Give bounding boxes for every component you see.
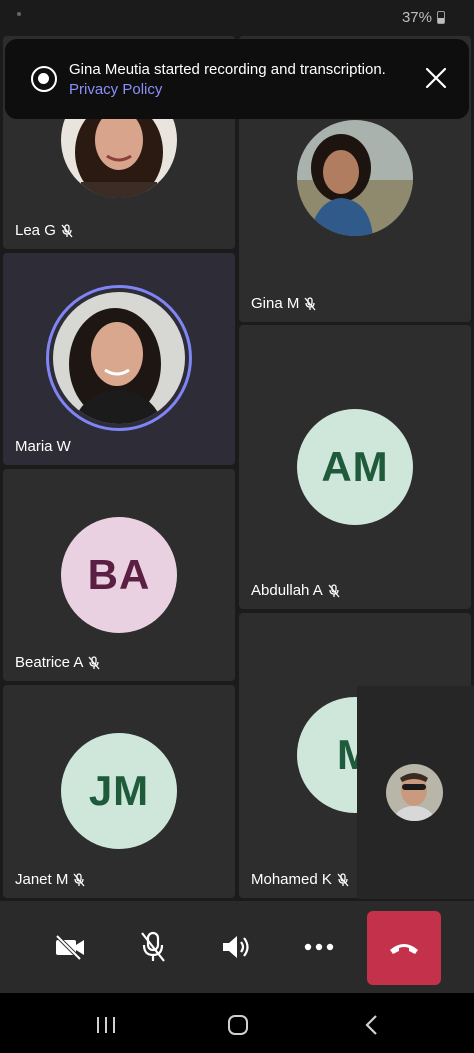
avatar-photo	[297, 120, 413, 236]
back-button[interactable]	[358, 1011, 386, 1039]
home-icon	[228, 1015, 248, 1035]
self-avatar-photo	[386, 764, 443, 821]
recent-apps-button[interactable]	[92, 1011, 120, 1039]
participant-tile-maria-w[interactable]: Maria W	[3, 253, 235, 465]
camera-off-icon	[55, 934, 84, 960]
mic-off-icon	[337, 872, 349, 886]
back-icon	[365, 1015, 377, 1035]
camera-toggle-button[interactable]	[42, 919, 98, 975]
system-navigation-bar	[0, 993, 474, 1053]
self-view-tile[interactable]	[357, 686, 474, 899]
participant-tile-janet-m[interactable]: JM Janet M	[3, 685, 235, 898]
recording-notification: Gina Meutia started recording and transc…	[5, 39, 469, 119]
participant-name: Maria W	[15, 438, 71, 455]
close-icon[interactable]	[423, 65, 449, 91]
avatar-initials: AM	[297, 409, 413, 525]
home-button[interactable]	[224, 1011, 252, 1039]
mic-off-icon	[88, 655, 100, 669]
avatar-photo	[53, 292, 185, 424]
participant-name: Abdullah A	[251, 582, 341, 599]
recent-apps-icon	[97, 1017, 115, 1033]
more-options-icon	[304, 943, 334, 951]
participant-tile-beatrice-a[interactable]: BA Beatrice A	[3, 469, 235, 681]
battery-percentage: 37%	[401, 9, 432, 26]
mic-off-icon	[141, 931, 165, 962]
notification-message: Gina Meutia started recording and transc…	[69, 61, 386, 78]
mic-off-icon	[61, 223, 73, 237]
notification-dot	[17, 12, 21, 16]
status-bar: 37%	[0, 0, 474, 36]
more-options-button[interactable]	[291, 919, 347, 975]
end-call-button[interactable]	[367, 911, 441, 985]
call-controls-bar	[0, 901, 474, 993]
mic-off-icon	[73, 872, 85, 886]
mute-toggle-button[interactable]	[125, 919, 181, 975]
hang-up-icon	[390, 944, 418, 954]
participant-tile-abdullah-a[interactable]: AM Abdullah A	[239, 325, 471, 609]
avatar-initials: JM	[61, 733, 177, 849]
speaker-icon	[223, 936, 249, 958]
participant-name: Lea G	[15, 222, 74, 239]
participant-name: Janet M	[15, 871, 86, 888]
mic-off-icon	[328, 583, 340, 597]
participant-name: Beatrice A	[15, 654, 101, 671]
recording-icon	[31, 66, 57, 92]
speaker-button[interactable]	[208, 919, 264, 975]
avatar-initials: BA	[61, 517, 177, 633]
battery-icon	[437, 11, 445, 24]
participant-name: Mohamed K	[251, 871, 350, 888]
privacy-policy-link[interactable]: Privacy Policy	[69, 81, 162, 98]
mic-off-icon	[304, 296, 316, 310]
participant-name: Gina M	[251, 295, 317, 312]
